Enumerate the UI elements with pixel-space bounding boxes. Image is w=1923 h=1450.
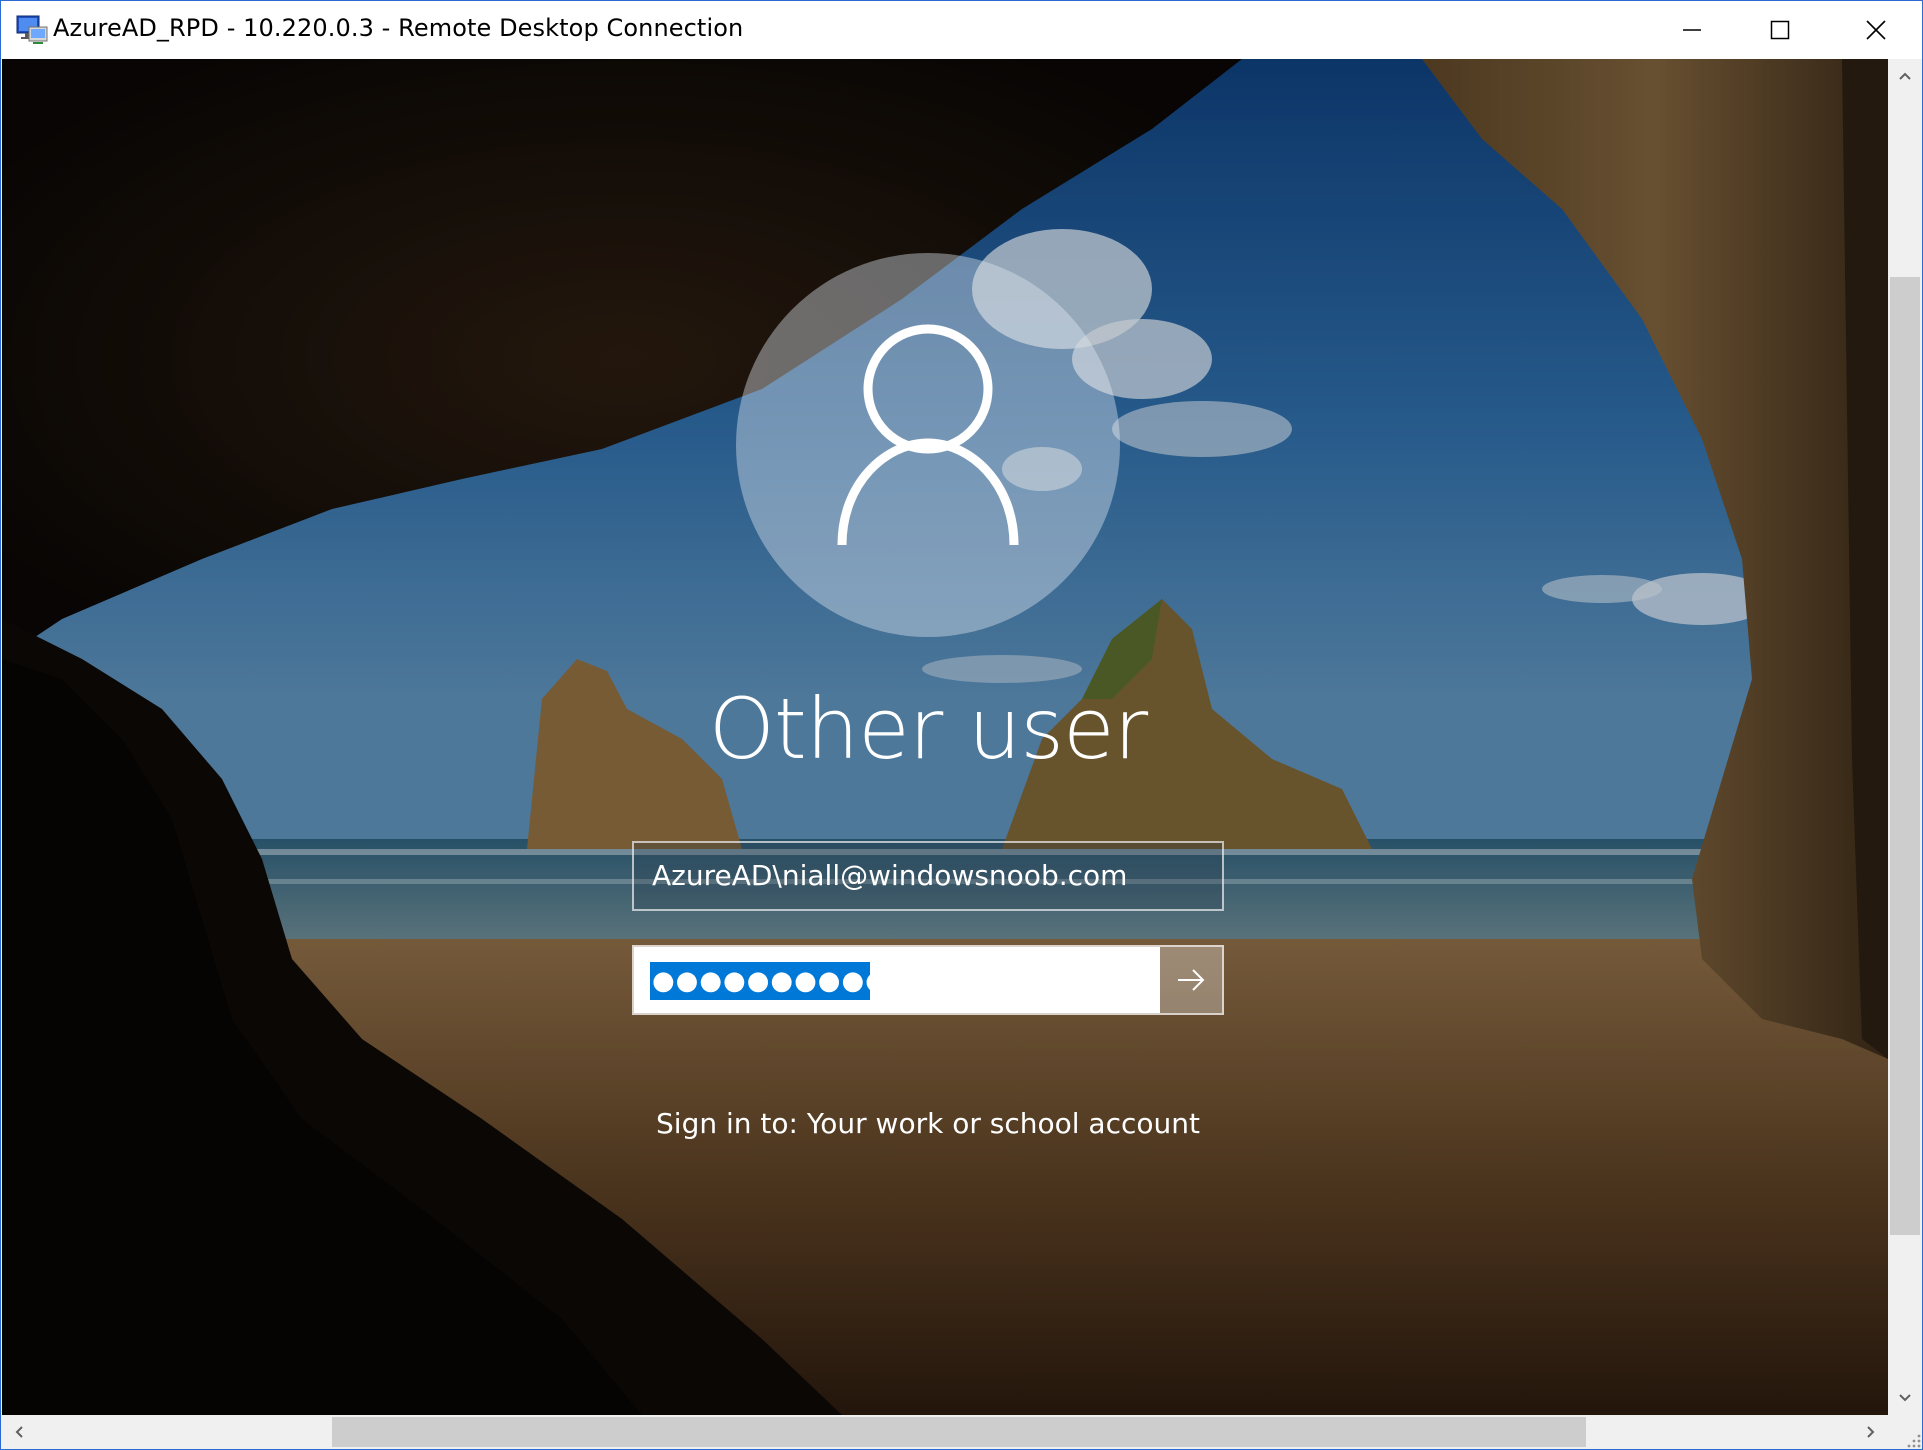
rdp-window: AzureAD_RPD - 10.220.0.3 - Remote Deskto… xyxy=(0,0,1923,1450)
size-grip-icon xyxy=(1907,1434,1921,1448)
sign-in-to-label: Sign in to: Your work or school account xyxy=(656,1107,1200,1140)
horizontal-scrollbar[interactable] xyxy=(2,1415,1888,1449)
horizontal-scroll-thumb[interactable] xyxy=(332,1417,1586,1447)
window-title: AzureAD_RPD - 10.220.0.3 - Remote Deskto… xyxy=(53,14,744,42)
arrow-right-icon xyxy=(1178,969,1205,991)
password-input[interactable]: ●●●●●●●●●●●● xyxy=(634,947,1160,1013)
submit-button[interactable] xyxy=(1160,947,1222,1013)
maximize-button[interactable] xyxy=(1736,1,1824,59)
user-icon xyxy=(837,324,1019,546)
scroll-up-button[interactable] xyxy=(1888,59,1922,93)
title-bar[interactable]: AzureAD_RPD - 10.220.0.3 - Remote Deskto… xyxy=(1,1,1922,59)
remote-session-viewport[interactable]: Other user AzureAD\niall@windowsnoob.com… xyxy=(2,59,1888,1415)
username-input[interactable]: AzureAD\niall@windowsnoob.com xyxy=(632,841,1224,911)
close-icon xyxy=(1866,20,1886,40)
minimize-button[interactable] xyxy=(1648,1,1736,59)
user-display-name: Other user xyxy=(708,680,1148,778)
size-grip[interactable] xyxy=(1888,1415,1922,1449)
chevron-right-icon xyxy=(1867,1426,1875,1438)
vertical-scroll-thumb[interactable] xyxy=(1890,277,1920,1235)
minimize-icon xyxy=(1683,29,1701,31)
password-selected-text: ●●●●●●●●●●●● xyxy=(650,962,870,1000)
scroll-left-button[interactable] xyxy=(2,1415,36,1449)
close-button[interactable] xyxy=(1830,1,1922,59)
vertical-scrollbar[interactable] xyxy=(1888,59,1922,1415)
chevron-left-icon xyxy=(15,1426,23,1438)
chevron-up-icon xyxy=(1899,72,1911,80)
user-avatar xyxy=(736,253,1120,637)
scroll-down-button[interactable] xyxy=(1888,1381,1922,1415)
remote-desktop-icon xyxy=(16,15,48,44)
maximize-icon xyxy=(1770,20,1790,40)
chevron-down-icon xyxy=(1899,1394,1911,1402)
password-row: ●●●●●●●●●●●● xyxy=(632,945,1224,1015)
scroll-right-button[interactable] xyxy=(1854,1415,1888,1449)
